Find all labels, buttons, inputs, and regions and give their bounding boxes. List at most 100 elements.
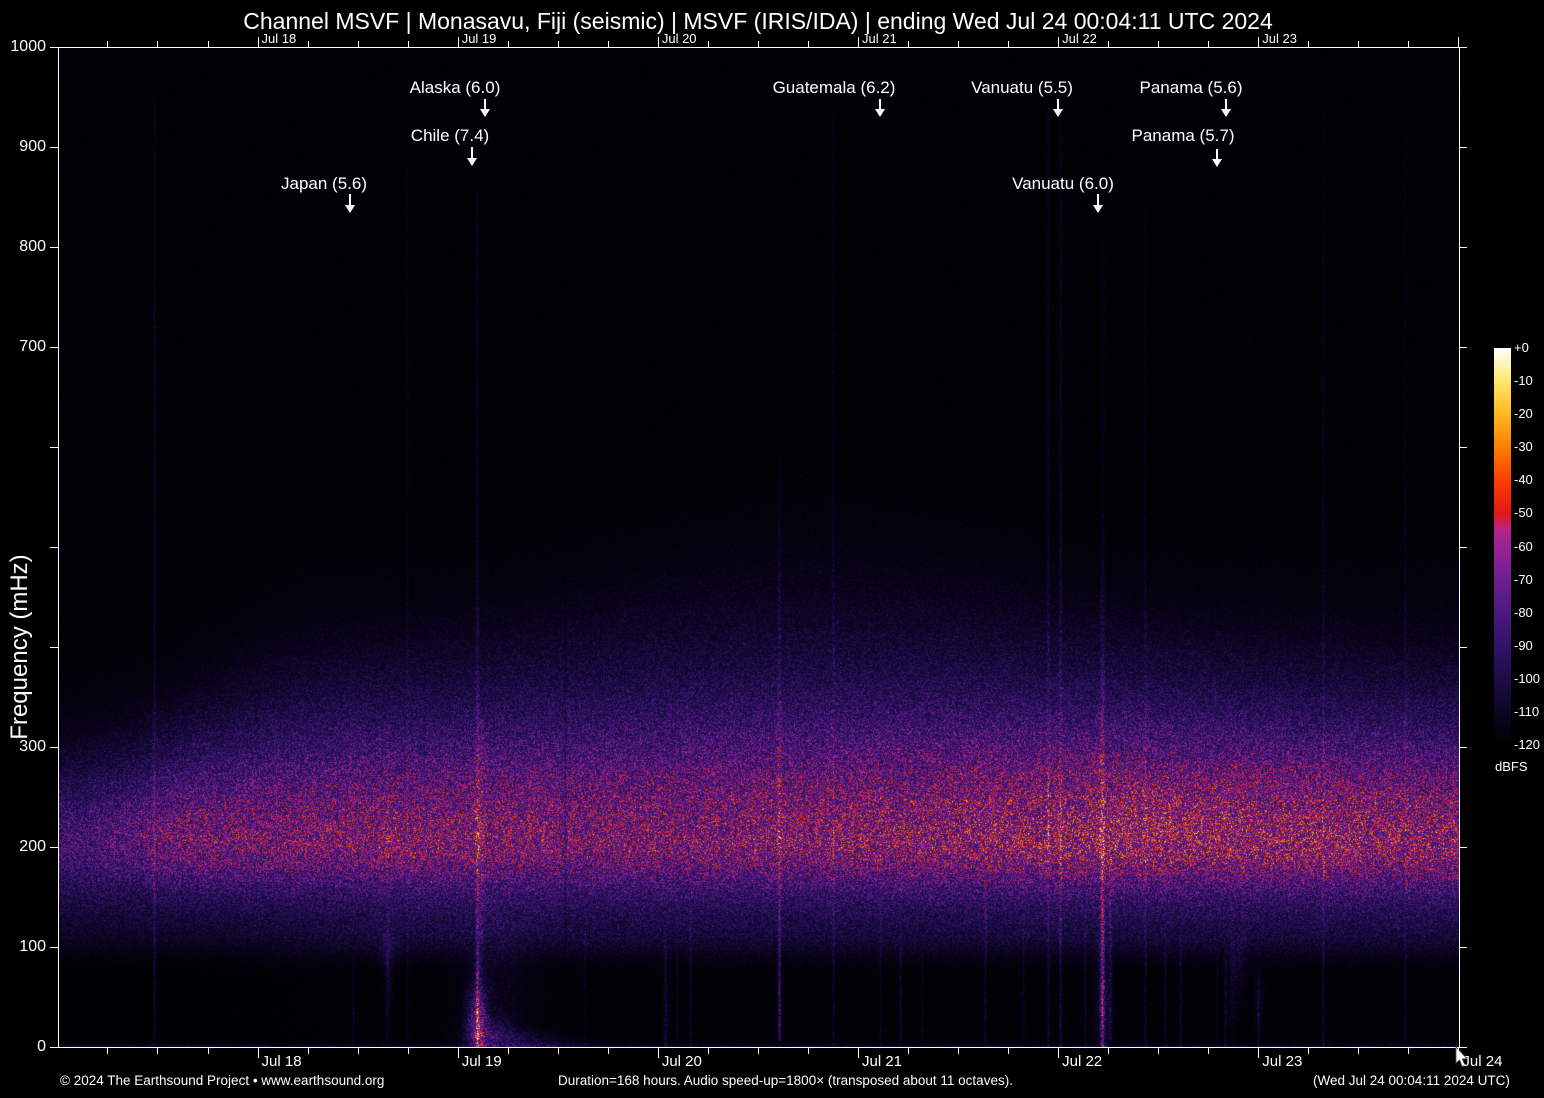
- y-axis-label: Frequency (mHz): [6, 554, 33, 740]
- event-arrow-head: [480, 109, 490, 117]
- colorbar-tick-label: -30: [1514, 439, 1533, 455]
- colorbar-tick-label: -20: [1514, 406, 1533, 422]
- colorbar-tick-label: -120: [1514, 737, 1541, 752]
- y-tick-label: 100: [19, 938, 46, 955]
- event-annotation: Japan (5.6): [281, 174, 367, 193]
- y-tick: [50, 1047, 58, 1048]
- x-tick-bottom: [857, 1048, 859, 1058]
- event-annotation: Guatemala (6.2): [772, 78, 896, 97]
- x-tick-bottom: [1308, 1048, 1310, 1054]
- colorbar-tick-label: -60: [1514, 538, 1533, 554]
- x-tick-bottom: [257, 1048, 259, 1058]
- x-tick-bottom: [107, 1048, 109, 1054]
- x-tick-top: [307, 41, 309, 47]
- x-tick-bottom: [757, 1048, 759, 1054]
- x-tick-bottom: [357, 1048, 359, 1054]
- y-tick-label: 300: [19, 738, 46, 755]
- x-tick-bottom: [1408, 1048, 1410, 1054]
- x-day-label-bottom: Jul 20: [661, 1053, 702, 1070]
- y-tick-label: 1000: [10, 38, 46, 55]
- x-tick-top: [1008, 41, 1010, 47]
- x-tick-bottom: [1008, 1048, 1010, 1054]
- y-tick-right: [1459, 447, 1467, 448]
- x-tick-top: [807, 41, 809, 47]
- colorbar-tick-label: +0: [1514, 340, 1529, 355]
- event-arrow-head: [1093, 205, 1103, 213]
- x-tick-bottom: [607, 1048, 609, 1054]
- y-tick-right: [1459, 1047, 1467, 1048]
- y-tick: [50, 47, 58, 48]
- x-tick-bottom: [1458, 1048, 1460, 1058]
- y-tick: [50, 547, 58, 548]
- y-tick-right: [1459, 747, 1467, 748]
- x-tick-top: [657, 37, 659, 47]
- footer-timestamp: (Wed Jul 24 00:04:11 2024 UTC): [1313, 1073, 1510, 1088]
- x-day-label-top: Jul 18: [261, 31, 297, 46]
- event-arrow-head: [1212, 159, 1222, 167]
- y-tick-right: [1459, 947, 1467, 948]
- y-tick-right: [1459, 147, 1467, 148]
- x-tick-bottom: [657, 1048, 659, 1058]
- x-tick-top: [157, 41, 159, 47]
- event-annotation: Panama (5.7): [1131, 126, 1235, 145]
- x-day-label-bottom: Jul 18: [261, 1053, 302, 1070]
- x-tick-top: [1308, 41, 1310, 47]
- x-tick-top: [1358, 41, 1360, 47]
- y-tick: [50, 447, 58, 448]
- y-tick-label: 700: [19, 338, 46, 355]
- y-tick: [50, 347, 58, 348]
- colorbar-tick-label: -100: [1514, 670, 1541, 686]
- y-tick-right: [1459, 47, 1467, 48]
- footer-duration: Duration=168 hours. Audio speed-up=1800×…: [558, 1073, 1013, 1088]
- y-tick-right: [1459, 847, 1467, 848]
- x-tick-top: [1058, 37, 1060, 47]
- plot-border-top: [58, 47, 1460, 48]
- x-tick-top: [557, 41, 559, 47]
- x-tick-bottom: [958, 1048, 960, 1054]
- colorbar-tick-label: -50: [1514, 505, 1533, 521]
- x-day-label-top: Jul 23: [1262, 31, 1297, 46]
- event-annotation: Alaska (6.0): [409, 78, 501, 97]
- y-tick-right: [1459, 647, 1467, 648]
- x-tick-top: [507, 41, 509, 47]
- y-tick-label: 800: [19, 238, 46, 255]
- x-tick-top: [357, 41, 359, 47]
- plot-border-bottom: [58, 1047, 1460, 1048]
- colorbar-tick-label: -40: [1514, 472, 1533, 488]
- y-tick-right: [1459, 247, 1467, 248]
- event-annotation: Chile (7.4): [410, 126, 490, 145]
- y-tick: [50, 947, 58, 948]
- x-day-label-bottom: Jul 21: [861, 1053, 903, 1070]
- x-tick-bottom: [1108, 1048, 1110, 1054]
- x-tick-bottom: [707, 1048, 709, 1054]
- colorbar-unit-label: dBFS: [1495, 759, 1528, 774]
- x-day-label-bottom: Jul 24: [1462, 1053, 1503, 1070]
- x-tick-top: [607, 41, 609, 47]
- y-tick-label: 0: [37, 1038, 46, 1055]
- spectrogram-page: Channel MSVF | Monasavu, Fiji (seismic) …: [0, 0, 1544, 1098]
- x-tick-bottom: [507, 1048, 509, 1054]
- x-tick-bottom: [457, 1048, 459, 1058]
- event-arrow-head: [875, 109, 885, 117]
- y-tick-label: 200: [19, 838, 46, 855]
- y-tick: [50, 747, 58, 748]
- x-tick-top: [958, 41, 960, 47]
- event-arrow-head: [467, 158, 477, 166]
- x-tick-bottom: [1058, 1048, 1060, 1058]
- x-tick-top: [1208, 41, 1210, 47]
- y-tick: [50, 647, 58, 648]
- x-day-label-bottom: Jul 22: [1062, 1053, 1103, 1070]
- x-tick-bottom: [207, 1048, 209, 1054]
- x-tick-top: [857, 37, 859, 47]
- colorbar-tick-label: -90: [1514, 637, 1533, 653]
- x-day-label-top: Jul 22: [1062, 31, 1097, 46]
- x-tick-top: [1458, 37, 1460, 47]
- x-tick-top: [207, 41, 209, 47]
- x-day-label-bottom: Jul 19: [461, 1053, 502, 1070]
- x-tick-top: [107, 41, 109, 47]
- x-day-label-top: Jul 19: [461, 31, 497, 46]
- colorbar-tick-label: -80: [1514, 604, 1533, 620]
- y-tick-right: [1459, 347, 1467, 348]
- y-tick: [50, 247, 58, 248]
- x-day-label-bottom: Jul 23: [1262, 1053, 1303, 1070]
